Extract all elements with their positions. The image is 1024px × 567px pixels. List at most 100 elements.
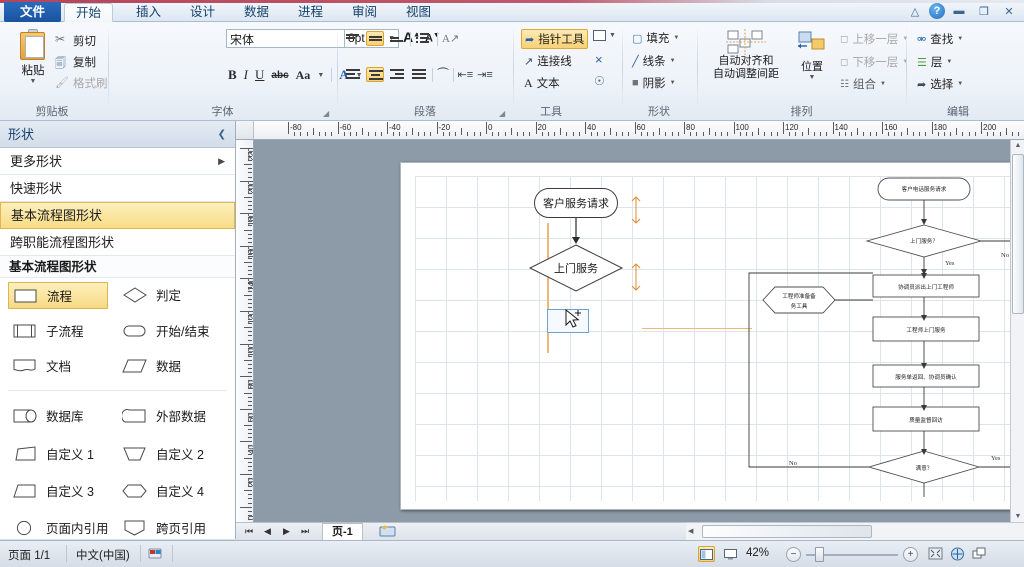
connector-button[interactable]: ↗ 连接线: [521, 52, 575, 70]
switch-window-icon[interactable]: [972, 547, 987, 564]
chevron-right-icon[interactable]: ▶: [218, 148, 225, 175]
align-justify-icon[interactable]: [410, 67, 428, 82]
stencil-item-on-page-reference[interactable]: 页面内引用: [8, 515, 118, 540]
send-backward-button[interactable]: ◻ 下移一层 ▼: [837, 53, 911, 71]
vertical-ruler[interactable]: 220200180160140120100806040200: [236, 140, 254, 522]
change-case-button[interactable]: Aa: [296, 68, 311, 83]
stencil-item-off-page-reference[interactable]: 跨页引用: [118, 515, 228, 540]
normal-view-button[interactable]: [698, 546, 715, 562]
shapes-row-more[interactable]: 更多形状 ▶: [0, 148, 235, 175]
help-icon[interactable]: ?: [929, 3, 945, 19]
align-top-icon[interactable]: [344, 31, 362, 46]
stencil-item-subprocess[interactable]: 子流程: [8, 318, 108, 343]
shapes-row-quick[interactable]: 快速形状: [0, 175, 235, 202]
stencil-item-data[interactable]: 数据: [118, 353, 218, 378]
stencil-item-custom-4[interactable]: 自定义 4: [118, 478, 218, 503]
tab-insert[interactable]: 插入: [125, 3, 172, 22]
stencil-item-database[interactable]: 数据库: [8, 403, 108, 428]
find-button[interactable]: ⚮ 查找 ▼: [914, 30, 966, 48]
horizontal-scroll-thumb[interactable]: [702, 525, 872, 538]
chevron-down-icon[interactable]: ▼: [609, 32, 616, 39]
vertical-scrollbar[interactable]: ▲ ▼: [1010, 140, 1024, 522]
tab-file[interactable]: 文件: [4, 2, 61, 22]
bullets-icon[interactable]: [415, 31, 433, 46]
stencil-item-document[interactable]: 文档: [8, 353, 108, 378]
stencil-item-external-data[interactable]: 外部数据: [118, 403, 223, 428]
minimize-ribbon-icon[interactable]: △: [904, 2, 926, 20]
italic-button[interactable]: I: [244, 67, 248, 83]
tab-home[interactable]: 开始: [64, 3, 113, 22]
text-tool-button[interactable]: A 文本: [521, 74, 563, 92]
vertical-scroll-thumb[interactable]: [1012, 154, 1024, 314]
underline-button[interactable]: U: [255, 67, 264, 83]
ruler-corner[interactable]: [236, 121, 254, 140]
align-left-icon[interactable]: [344, 67, 362, 82]
first-page-icon[interactable]: ⏮: [245, 526, 253, 537]
stencil-item-terminator[interactable]: 开始/结束: [118, 318, 218, 343]
align-center-icon[interactable]: [366, 67, 384, 82]
page-tab-page-1[interactable]: 页-1: [322, 523, 363, 541]
format-tool-icon[interactable]: ☉: [594, 74, 605, 88]
scroll-up-icon[interactable]: ▲: [1011, 142, 1024, 149]
language-label[interactable]: 中文(中国): [76, 547, 130, 563]
auto-align-button[interactable]: 自动对齐和 自动调整间距: [703, 29, 789, 81]
tab-design[interactable]: 设计: [179, 3, 226, 22]
pointer-tool-button[interactable]: ➦ 指针工具: [521, 29, 588, 49]
shadow-button[interactable]: ■ 阴影 ▼: [629, 74, 679, 92]
paste-dropdown-icon[interactable]: ▼: [10, 78, 56, 85]
fit-window-icon[interactable]: [950, 547, 965, 564]
chevron-down-icon[interactable]: ▼: [946, 59, 952, 65]
chevron-down-icon[interactable]: ▼: [957, 81, 963, 87]
align-middle-icon[interactable]: [366, 31, 384, 46]
text-direction-icon[interactable]: A↗: [442, 32, 459, 45]
strikethrough-button[interactable]: abc: [271, 70, 288, 81]
layer-button[interactable]: ☰ 层 ▼: [914, 53, 955, 71]
chevron-down-icon[interactable]: ▼: [957, 36, 963, 42]
shape-on-site-service[interactable]: [528, 243, 624, 293]
insert-page-icon[interactable]: [376, 524, 402, 540]
shape-tool-button[interactable]: ▼: [593, 30, 616, 41]
collapse-panel-icon[interactable]: ❮: [218, 121, 226, 148]
shapes-row-basic-flowchart[interactable]: 基本流程图形状: [0, 202, 235, 229]
position-button[interactable]: 位置 ▼: [792, 29, 832, 81]
chevron-down-icon[interactable]: ▼: [670, 80, 676, 86]
cut-button[interactable]: 剪切: [52, 32, 99, 50]
close-icon[interactable]: ✕: [998, 2, 1020, 20]
full-screen-button[interactable]: [722, 546, 739, 562]
background-flowchart[interactable]: Yes No No Yes Yes No 客户电话服务请求 上门服务？ 网上服务…: [731, 169, 1010, 509]
stencil-item-decision[interactable]: 判定: [118, 282, 218, 307]
change-case-dropdown-icon[interactable]: ▼: [317, 72, 324, 79]
shape-customer-service-request[interactable]: 客户服务请求: [534, 188, 618, 218]
chevron-down-icon[interactable]: ▼: [673, 35, 679, 41]
minimize-icon[interactable]: ▬: [948, 2, 970, 20]
tab-view[interactable]: 视图: [395, 3, 442, 22]
group-button[interactable]: ☷ 组合 ▼: [837, 75, 889, 93]
stencil-item-process[interactable]: 流程: [8, 282, 108, 309]
drawing-canvas[interactable]: 客户服务请求 上门服务: [254, 140, 1010, 522]
fill-button[interactable]: ▢ 填充 ▼: [629, 29, 682, 47]
decrease-indent-icon[interactable]: ⇤≡: [458, 68, 474, 81]
chevron-down-icon[interactable]: ▼: [792, 74, 832, 81]
line-button[interactable]: ╱ 线条 ▼: [629, 52, 679, 70]
fit-page-icon[interactable]: [928, 547, 943, 564]
scroll-down-icon[interactable]: ▼: [1011, 513, 1024, 520]
bold-button[interactable]: B: [228, 67, 237, 83]
zoom-out-button[interactable]: −: [786, 547, 801, 562]
restore-icon[interactable]: ❐: [973, 2, 995, 20]
last-page-icon[interactable]: ⏭: [301, 526, 309, 537]
zoom-slider-thumb[interactable]: [815, 547, 824, 562]
tab-review[interactable]: 审阅: [341, 3, 388, 22]
align-bottom-icon[interactable]: [388, 31, 406, 46]
horizontal-ruler[interactable]: -80-60-40-200204060801001201401601802002…: [236, 121, 1024, 140]
align-tool-icon[interactable]: ⏜: [437, 67, 449, 82]
chevron-down-icon[interactable]: ▼: [880, 81, 886, 87]
align-right-icon[interactable]: [388, 67, 406, 82]
shapes-row-cross-functional[interactable]: 跨职能流程图形状: [0, 229, 235, 256]
zoom-in-button[interactable]: +: [903, 547, 918, 562]
drawing-page[interactable]: 客户服务请求 上门服务: [400, 162, 1010, 510]
bring-forward-button[interactable]: ◻ 上移一层 ▼: [837, 30, 911, 48]
connector-arrow-1[interactable]: [568, 218, 584, 246]
macro-record-icon[interactable]: [148, 547, 163, 564]
stencil-item-custom-1[interactable]: 自定义 1: [8, 441, 108, 466]
paste-button[interactable]: 粘贴 ▼: [10, 29, 56, 85]
